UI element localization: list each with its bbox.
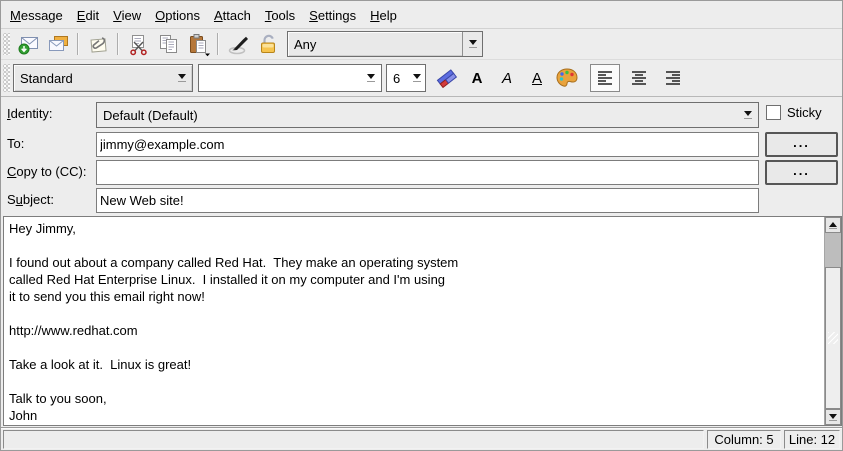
paragraph-style-select[interactable]: Standard: [13, 64, 193, 92]
scrollbar-track[interactable]: [825, 233, 841, 409]
menu-options[interactable]: Options: [148, 5, 207, 26]
arrow-down-icon: [829, 414, 837, 419]
pen-icon: [226, 32, 251, 57]
scissors-icon: [126, 32, 151, 57]
cc-label: Copy to (CC):: [7, 164, 86, 179]
menu-edit[interactable]: Edit: [70, 5, 106, 26]
cut-button[interactable]: [123, 30, 153, 58]
status-message-panel: [3, 430, 704, 449]
sticky-option: Sticky: [766, 105, 822, 120]
paste-icon: [186, 32, 211, 57]
vertical-scrollbar[interactable]: [824, 217, 841, 425]
font-family-select[interactable]: [198, 64, 382, 92]
kmail-composer-window: MessageEditViewOptionsAttachToolsSetting…: [0, 0, 843, 451]
identity-row: Identity: Default (Default) Sticky: [1, 101, 842, 127]
menu-message[interactable]: Message: [3, 5, 70, 26]
copy-icon: [156, 32, 181, 57]
message-headers: Identity: Default (Default) Sticky To: .…: [1, 97, 842, 216]
identity-select[interactable]: Default (Default): [96, 102, 759, 128]
menu-view[interactable]: View: [106, 5, 148, 26]
toolbar-separator: [217, 33, 219, 55]
to-input[interactable]: [96, 132, 759, 157]
send-mail-icon: [16, 32, 41, 57]
sticky-label: Sticky: [787, 105, 822, 120]
status-column-indicator: Column: 5: [707, 430, 781, 449]
sign-message-button[interactable]: [223, 30, 253, 58]
align-center-button[interactable]: [624, 64, 654, 92]
palette-icon: [554, 65, 580, 91]
italic-button[interactable]: A: [492, 64, 522, 92]
align-left-button[interactable]: [590, 64, 620, 92]
chevron-down-icon[interactable]: [361, 65, 381, 91]
menu-settings[interactable]: Settings: [302, 5, 363, 26]
menu-tools[interactable]: Tools: [258, 5, 302, 26]
menu-attach[interactable]: Attach: [207, 5, 258, 26]
to-row: To: ...: [1, 131, 842, 157]
toolbar-separator: [77, 33, 79, 55]
message-body-editor: Hey Jimmy, I found out about a company c…: [3, 216, 842, 426]
send-mail-button[interactable]: [13, 30, 43, 58]
message-body-text[interactable]: Hey Jimmy, I found out about a company c…: [4, 217, 824, 425]
status-line-indicator: Line: 12: [784, 430, 840, 449]
underline-button[interactable]: A: [522, 64, 552, 92]
font-size-value: 6: [387, 71, 409, 86]
crypto-format-select[interactable]: Any: [287, 31, 483, 57]
format-toolbar: Standard 6 A: [1, 60, 842, 97]
to-addressbook-button[interactable]: ...: [765, 132, 838, 157]
to-label: To:: [7, 136, 24, 151]
cc-addressbook-button[interactable]: ...: [765, 160, 838, 185]
scroll-up-button[interactable]: [825, 217, 841, 233]
queue-mail-button[interactable]: [43, 30, 73, 58]
underline-icon: A: [532, 71, 542, 86]
subject-row: Subject:: [1, 187, 842, 213]
subject-label: Subject:: [7, 192, 54, 207]
toolbar-separator: [117, 33, 119, 55]
queue-mail-icon: [46, 32, 71, 57]
cc-row: Copy to (CC): ...: [1, 159, 842, 185]
sticky-checkbox[interactable]: [766, 105, 781, 120]
scroll-down-button[interactable]: [825, 409, 841, 425]
italic-icon: A: [502, 71, 512, 86]
bold-button[interactable]: A: [462, 64, 492, 92]
align-center-icon: [630, 69, 648, 87]
toolbar-drag-handle[interactable]: [3, 64, 10, 92]
bold-icon: A: [472, 71, 483, 86]
paperclip-icon: [86, 32, 111, 57]
attach-file-button[interactable]: [83, 30, 113, 58]
identity-label: Identity:: [7, 106, 53, 121]
open-lock-icon: [256, 32, 281, 57]
align-left-icon: [596, 69, 614, 87]
menu-help[interactable]: Help: [363, 5, 404, 26]
toolbar-drag-handle[interactable]: [3, 33, 10, 55]
cc-input[interactable]: [96, 160, 759, 185]
chevron-down-icon[interactable]: [738, 103, 758, 127]
font-size-select[interactable]: 6: [386, 64, 426, 92]
encrypt-message-button[interactable]: [253, 30, 283, 58]
menu-bar: MessageEditViewOptionsAttachToolsSetting…: [1, 2, 842, 29]
identity-value: Default (Default): [97, 108, 738, 123]
chevron-down-icon[interactable]: [409, 65, 425, 91]
copy-button[interactable]: [153, 30, 183, 58]
paragraph-style-value: Standard: [14, 71, 172, 86]
arrow-up-icon: [829, 222, 837, 227]
chevron-down-icon[interactable]: [172, 65, 192, 91]
remove-formatting-button[interactable]: [432, 64, 462, 92]
status-bar: Column: 5 Line: 12: [1, 427, 842, 451]
crypto-format-value: Any: [288, 37, 462, 52]
scrollbar-thumb[interactable]: [825, 267, 841, 409]
eraser-icon: [434, 65, 460, 91]
paste-button[interactable]: [183, 30, 213, 58]
align-right-button[interactable]: [658, 64, 688, 92]
align-right-icon: [664, 69, 682, 87]
subject-input[interactable]: [96, 188, 759, 213]
text-color-button[interactable]: [552, 64, 582, 92]
main-toolbar: Any: [1, 29, 842, 60]
chevron-down-icon[interactable]: [462, 32, 482, 56]
